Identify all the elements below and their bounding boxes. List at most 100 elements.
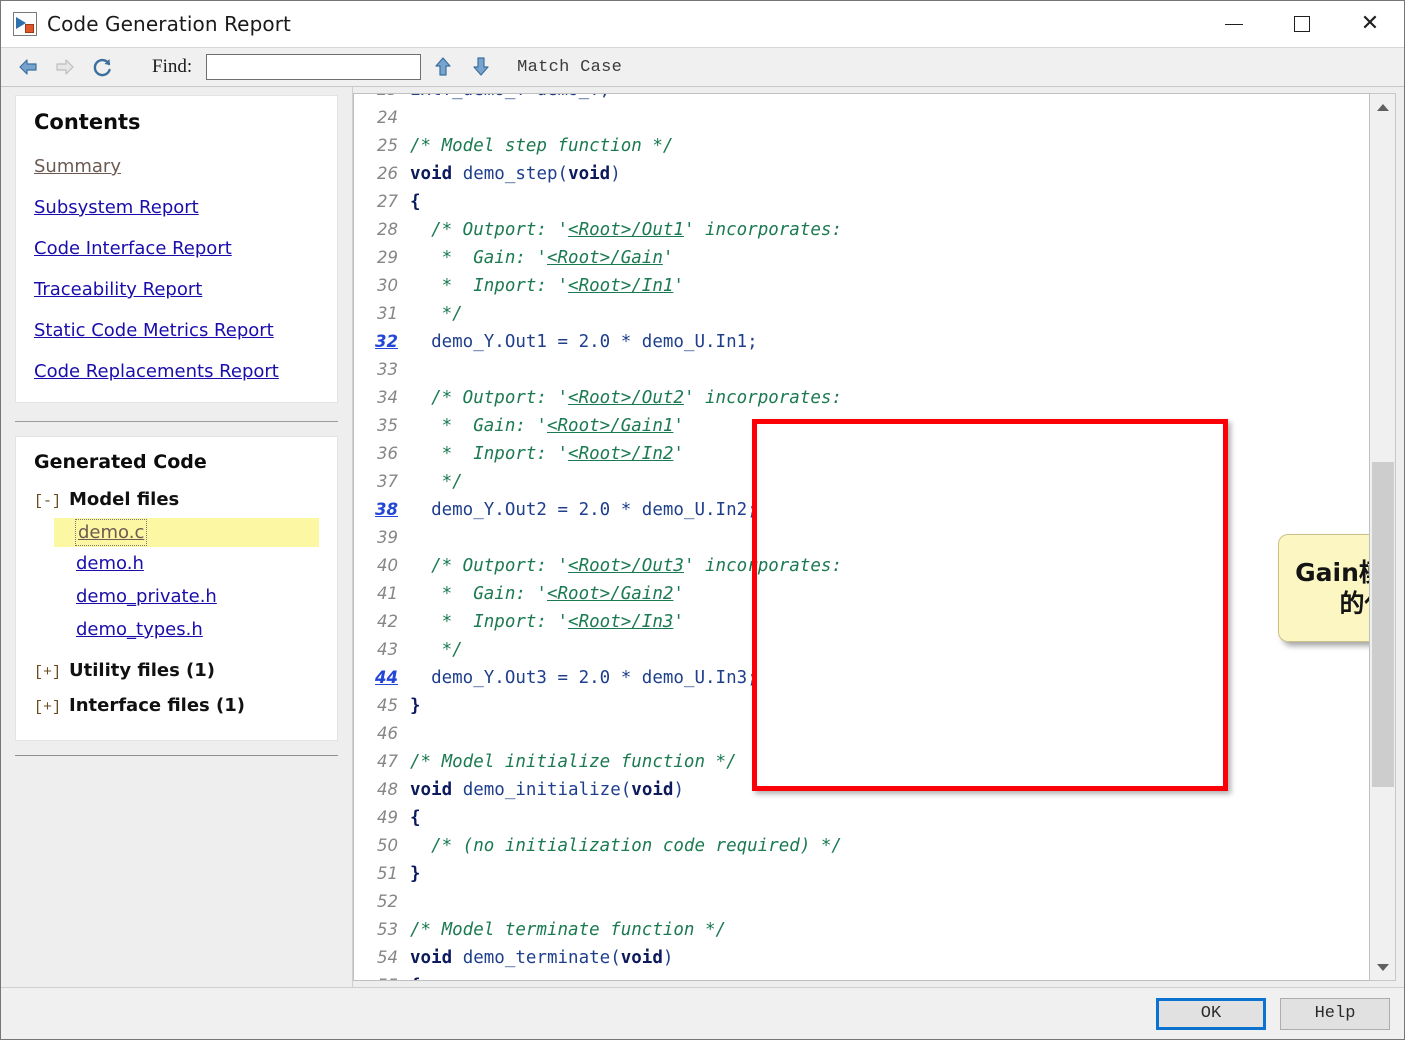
toc-link-code-interface-report[interactable]: Code Interface Report [34, 238, 232, 259]
code-line: 35 * Gain: '<Root>/Gain1' [354, 412, 1369, 440]
find-label: Find: [152, 56, 193, 77]
minimize-button[interactable] [1200, 1, 1268, 47]
code-token: void [410, 164, 453, 184]
code-text: * Inport: '<Root>/In3' [410, 608, 684, 636]
code-text: /* Model initialize function */ [410, 748, 737, 776]
code-text: demo_Y.Out1 = 2.0 * demo_U.In1; [410, 328, 758, 356]
ok-button[interactable]: OK [1156, 997, 1266, 1030]
help-button[interactable]: Help [1280, 997, 1390, 1030]
code-line: 50 /* (no initialization code required) … [354, 832, 1369, 860]
code-token: /* Model step function */ [410, 136, 674, 156]
tree-group-utility-files[interactable]: [+] Utility files (1) [34, 660, 319, 681]
code-token: { [410, 976, 421, 980]
toc-link-summary[interactable]: Summary [34, 156, 121, 177]
code-text: /* Outport: '<Root>/Out1' incorporates: [410, 216, 842, 244]
refresh-button[interactable] [85, 52, 119, 82]
forward-arrow-icon [56, 59, 74, 75]
code-token: * Inport: ' [410, 444, 569, 464]
line-number: 31 [377, 304, 398, 323]
traceability-link[interactable]: <Root>/In1 [568, 276, 673, 296]
code-text: * Gain: '<Root>/Gain2' [410, 580, 684, 608]
traceability-link[interactable]: <Root>/In3 [568, 612, 673, 632]
line-number: 43 [377, 640, 398, 659]
code-token: ' [673, 416, 684, 436]
line-number: 29 [377, 248, 398, 267]
find-next-button[interactable] [465, 52, 497, 82]
code-pane[interactable]: 23ExtY_demo_T demo_Y; 24 25 /* Model step f… [353, 93, 1370, 981]
match-case-label[interactable]: Match Case [517, 58, 622, 77]
code-token: { [410, 192, 421, 212]
maximize-icon [1294, 16, 1310, 32]
scroll-down-icon [1376, 963, 1389, 971]
code-text: { [410, 188, 421, 216]
contents-title: Contents [34, 110, 141, 134]
line-number-link[interactable]: 44 [354, 664, 410, 692]
code-generation-report-window: Code Generation Report ✕ Find: Match Cas… [0, 0, 1405, 1040]
code-text: /* Outport: '<Root>/Out2' incorporates: [410, 384, 842, 412]
line-number-link[interactable]: 32 [354, 328, 410, 356]
toc-link-traceability-report[interactable]: Traceability Report [34, 279, 202, 300]
file-link-demo-h[interactable]: demo.h [76, 549, 144, 578]
vertical-scrollbar[interactable] [1370, 93, 1396, 981]
scroll-thumb[interactable] [1371, 461, 1394, 788]
code-token: * Inport: ' [410, 612, 569, 632]
tree-group-model-files[interactable]: [-] Model files [34, 489, 319, 510]
code-line: 36 * Inport: '<Root>/In2' [354, 440, 1369, 468]
code-line: 33 [354, 356, 1369, 384]
code-text: /* Model terminate function */ [410, 916, 726, 944]
expand-toggle-icon[interactable]: [+] [34, 699, 61, 716]
traceability-link[interactable]: <Root>/Out2 [568, 388, 684, 408]
list-item-demo-c[interactable]: demo.c [54, 518, 319, 547]
tree-group-label: Model files [69, 489, 180, 510]
window-title: Code Generation Report [47, 12, 291, 36]
code-text: { [410, 804, 421, 832]
code-token: ' [673, 584, 684, 604]
toc-link-subsystem-report[interactable]: Subsystem Report [34, 197, 199, 218]
scroll-down-button[interactable] [1370, 954, 1396, 980]
traceability-link[interactable]: <Root>/In2 [568, 444, 673, 464]
search-input[interactable] [206, 54, 422, 80]
line-number: 24 [377, 108, 398, 127]
file-link-demo-types-h[interactable]: demo_types.h [76, 615, 203, 644]
toc-link-code-replacements-report[interactable]: Code Replacements Report [34, 361, 279, 382]
contents-panel: Contents Summary Subsystem Report Code I… [15, 95, 338, 403]
sidebar-bottom-rule [15, 755, 338, 756]
traceability-link[interactable]: <Root>/Gain2 [547, 584, 673, 604]
traceability-link[interactable]: <Root>/Gain [547, 248, 663, 268]
tree-group-interface-files[interactable]: [+] Interface files (1) [34, 695, 319, 716]
file-link-demo-private-h[interactable]: demo_private.h [76, 582, 217, 611]
scroll-up-button[interactable] [1370, 94, 1396, 120]
code-token: /* Outport: ' [410, 220, 569, 240]
collapse-toggle-icon[interactable]: [-] [34, 493, 61, 510]
code-token: demo_Y.Out2 = 2.0 * demo_U.In2; [410, 500, 758, 520]
back-button[interactable] [11, 52, 45, 82]
file-link-demo-c[interactable]: demo.c [74, 519, 148, 546]
line-number-link[interactable]: 38 [354, 496, 410, 524]
code-line: 55{ [354, 972, 1369, 980]
find-previous-button[interactable] [427, 52, 459, 82]
code-line: 40 /* Outport: '<Root>/Out3' incorporate… [354, 552, 1369, 580]
traceability-link[interactable]: <Root>/Gain1 [547, 416, 673, 436]
line-number: 46 [377, 724, 398, 743]
code-token: ' [673, 612, 684, 632]
traceability-link[interactable]: <Root>/Out3 [568, 556, 684, 576]
code-line: 52 [354, 888, 1369, 916]
code-token: ' incorporates: [683, 220, 842, 240]
expand-toggle-icon[interactable]: [+] [34, 664, 61, 681]
traceability-link[interactable]: <Root>/Out1 [568, 220, 684, 240]
toc-link-static-code-metrics-report[interactable]: Static Code Metrics Report [34, 320, 274, 341]
close-button[interactable]: ✕ [1336, 1, 1404, 47]
code-token: void [631, 780, 674, 800]
annotation-callout: Gain模块对应的代码 [1278, 534, 1369, 642]
maximize-button[interactable] [1268, 1, 1336, 47]
list-item-demo-h[interactable]: demo.h [34, 547, 319, 580]
list-item-demo-private-h[interactable]: demo_private.h [34, 580, 319, 613]
code-text: /* (no initialization code required) */ [410, 832, 842, 860]
find-toolbar: Find: Match Case [1, 47, 1404, 87]
line-number: 48 [377, 780, 398, 799]
line-number: 35 [377, 416, 398, 435]
scroll-track[interactable] [1370, 120, 1396, 954]
line-number: 49 [377, 808, 398, 827]
list-item-demo-types-h[interactable]: demo_types.h [34, 613, 319, 646]
code-text: * Inport: '<Root>/In2' [410, 440, 684, 468]
